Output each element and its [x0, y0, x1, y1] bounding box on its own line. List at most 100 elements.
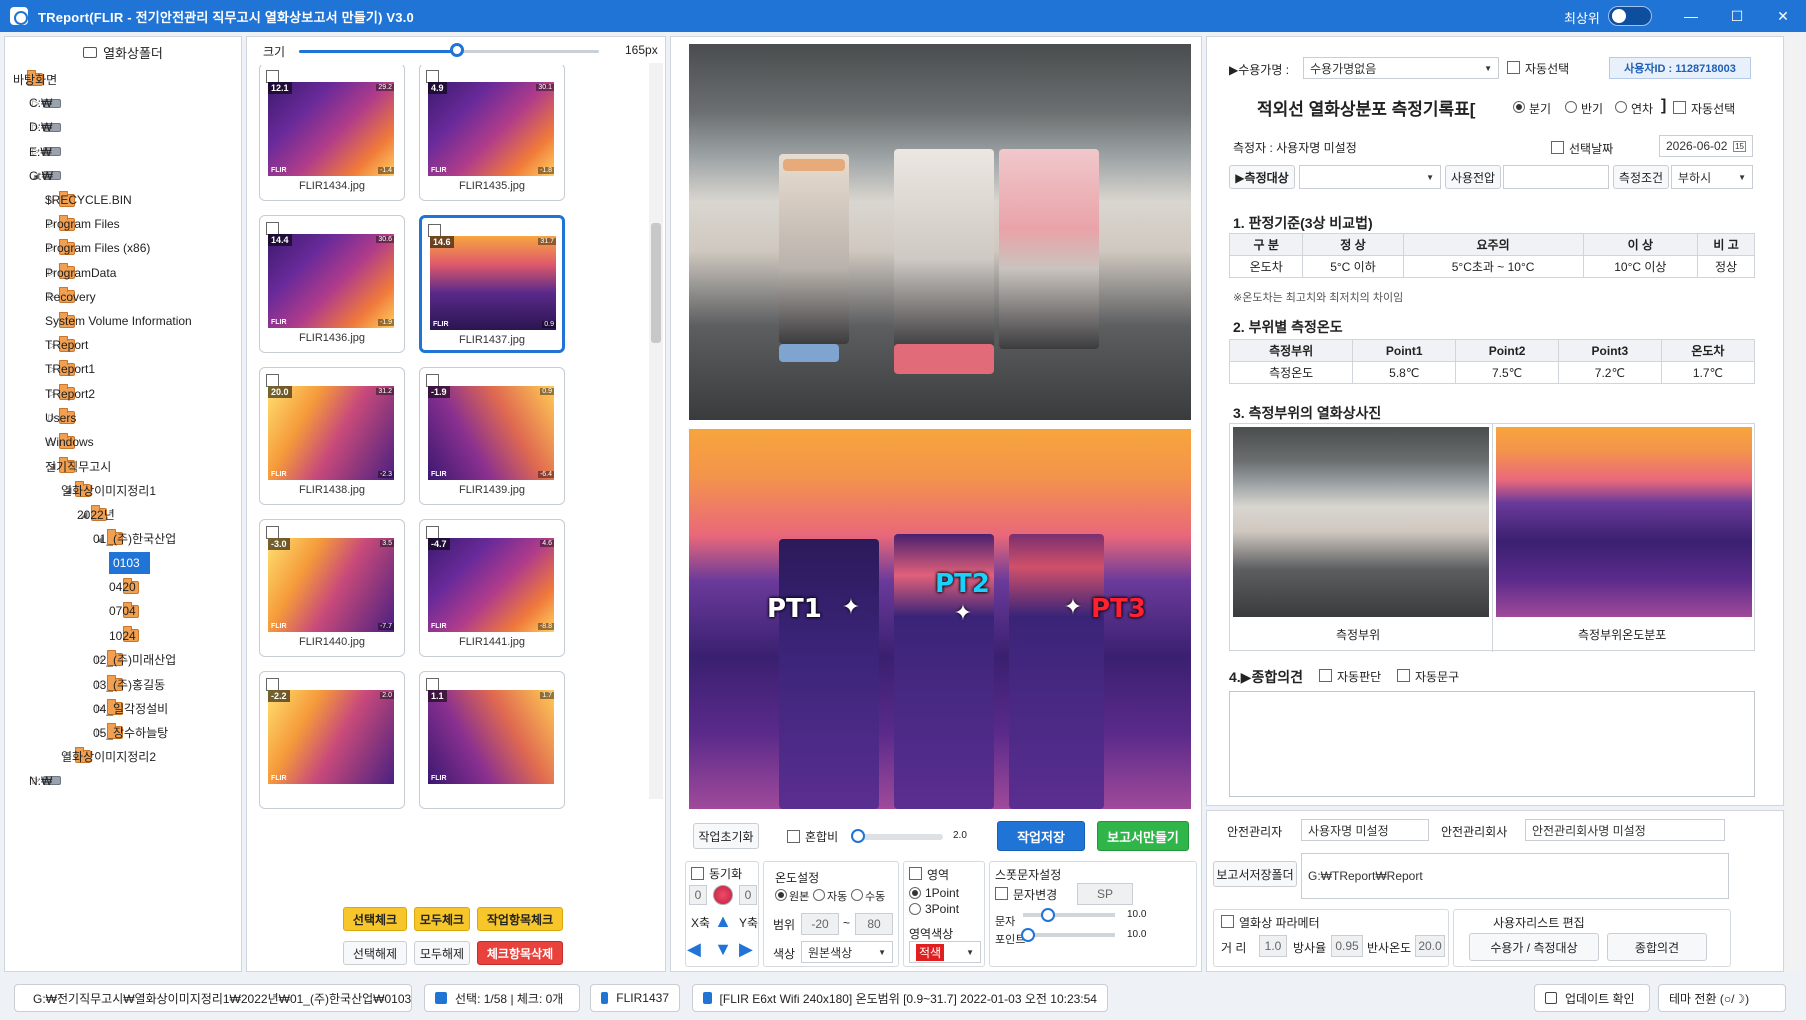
uncheck-select-button[interactable]: 선택해제 — [343, 941, 407, 965]
arrow-left-icon[interactable]: ◀ — [687, 939, 707, 959]
blend-checkbox[interactable] — [787, 830, 800, 843]
distance-field[interactable]: 1.0 — [1259, 935, 1287, 957]
thumbnail-item[interactable]: 12.1 29.2 -1.4 FLIR FLIR1434.jpg — [259, 65, 405, 201]
tree-item[interactable]: ◢ 01_(주)한국산업 — [93, 527, 176, 551]
tree-item[interactable]: ◢ 열화상이미지정리1 — [61, 478, 156, 502]
tree-item[interactable]: ▷ Recovery — [45, 285, 96, 309]
char-size-slider[interactable] — [1023, 913, 1115, 917]
safety-company-field[interactable]: 안전관리회사명 미설정 — [1525, 819, 1725, 841]
tree-item[interactable]: ▷ TReport2 — [45, 382, 95, 406]
check-done-button[interactable]: 작업항목체크 — [477, 907, 563, 931]
thumbnail-item[interactable]: -1.9 0.9 -6.4 FLIR FLIR1439.jpg — [419, 367, 565, 505]
update-check-button[interactable]: 업데이트 확인 — [1534, 984, 1650, 1012]
record-icon[interactable] — [713, 885, 733, 905]
thumbnail-item[interactable]: -2.2 2.0 FLIR — [259, 671, 405, 809]
tree-item[interactable]: 0103 — [109, 551, 150, 575]
period-half-radio[interactable] — [1565, 101, 1577, 113]
topmost-toggle[interactable] — [1608, 6, 1652, 26]
thumbnail-item[interactable]: -4.7 4.6 -8.8 FLIR FLIR1441.jpg — [419, 519, 565, 657]
tree-item[interactable]: ▷ Users — [45, 406, 83, 430]
auto-judge-checkbox[interactable] — [1319, 669, 1332, 682]
date-field[interactable]: 2026-06-02 15 — [1659, 135, 1753, 157]
thumbnail-item[interactable]: 14.4 30.6 -1.9 FLIR FLIR1436.jpg — [259, 215, 405, 353]
tree-item[interactable]: ▷ 열화상이미지정리2 — [61, 745, 156, 769]
check-select-button[interactable]: 선택체크 — [343, 907, 407, 931]
point-size-slider[interactable] — [1023, 933, 1115, 937]
tree-item[interactable]: 0420 — [109, 575, 147, 599]
color-select[interactable]: 원본색상 ▼ — [801, 941, 893, 963]
select-date-checkbox[interactable] — [1551, 141, 1564, 154]
thumbnail-item[interactable]: 4.9 30.1 -1.8 FLIR FLIR1435.jpg — [419, 65, 565, 201]
tree-item[interactable]: ▷ N:₩ — [29, 769, 69, 793]
tree-item[interactable]: ▷ Program Files (x86) — [45, 236, 150, 260]
thermal-param-checkbox[interactable] — [1221, 915, 1234, 928]
thumbnail-item[interactable]: 20.0 31.2 -2.3 FLIR FLIR1438.jpg — [259, 367, 405, 505]
delete-checked-button[interactable]: 체크항목삭제 — [477, 941, 563, 965]
period-year-radio[interactable] — [1615, 101, 1627, 113]
customer-target-button[interactable]: 수용가 / 측정대상 — [1469, 933, 1599, 961]
tree-item[interactable]: ▷ D:₩ — [29, 115, 69, 139]
pt2-crosshair-icon[interactable]: ✦ — [951, 601, 975, 625]
char-change-checkbox[interactable] — [995, 887, 1008, 900]
tree-item[interactable]: 1024 — [109, 624, 147, 648]
area-color-select[interactable]: 적색 ▼ — [909, 941, 981, 963]
condition-button[interactable]: 측정조건 — [1613, 165, 1669, 189]
save-work-button[interactable]: 작업저장 — [997, 821, 1085, 851]
thumbnail-scrollbar[interactable] — [649, 63, 663, 799]
tree-item[interactable]: ▷ Windows — [45, 430, 94, 454]
tree-item[interactable]: ▷ $RECYCLE.BIN — [45, 188, 132, 212]
reflected-temp-field[interactable]: 20.0 — [1415, 935, 1445, 957]
point-size-knob[interactable] — [1021, 928, 1035, 942]
char-size-knob[interactable] — [1041, 908, 1055, 922]
tree-item[interactable]: System Volume Information — [45, 309, 192, 333]
sync-checkbox[interactable] — [691, 867, 704, 880]
sync-right-value[interactable]: 0 — [739, 885, 757, 905]
reset-work-button[interactable]: 작업초기화 — [693, 823, 759, 849]
area-1point-radio[interactable] — [909, 887, 921, 899]
period-auto-select-checkbox[interactable] — [1673, 101, 1686, 114]
arrow-down-icon[interactable]: ▼ — [713, 939, 733, 959]
report-scrollbar[interactable] — [1786, 36, 1802, 972]
emissivity-field[interactable]: 0.95 — [1331, 935, 1363, 957]
check-all-button[interactable]: 모두체크 — [414, 907, 470, 931]
period-quarter-radio[interactable] — [1513, 101, 1525, 113]
tree-item[interactable]: ▷ E:₩ — [29, 140, 69, 164]
pt3-crosshair-icon[interactable]: ✦ — [1061, 595, 1085, 619]
customer-select[interactable]: 수용가명없음 ▼ — [1303, 57, 1499, 79]
uncheck-all-button[interactable]: 모두해제 — [414, 941, 470, 965]
close-button[interactable]: ✕ — [1760, 0, 1806, 32]
arrow-right-icon[interactable]: ▶ — [739, 939, 759, 959]
size-slider-knob[interactable] — [450, 43, 464, 57]
opinion-button[interactable]: 종합의견 — [1607, 933, 1707, 961]
theme-toggle-button[interactable]: 테마 전환 (○/☽) — [1658, 984, 1786, 1012]
tree-item[interactable]: ▷ 03_(주)홍길동 — [93, 672, 165, 696]
thumbnail-item[interactable]: -3.0 3.5 -7.7 FLIR FLIR1440.jpg — [259, 519, 405, 657]
voltage-field[interactable] — [1503, 165, 1609, 189]
tree-item[interactable]: ▷ C:₩ — [29, 91, 69, 115]
tree-item[interactable]: ▷ 04_일각정설비 — [93, 696, 168, 720]
arrow-up-icon[interactable]: ▲ — [713, 911, 733, 931]
tree-item[interactable]: ◢ G:₩ — [29, 164, 69, 188]
target-button[interactable]: ▶측정대상 — [1229, 165, 1295, 189]
safety-manager-field[interactable]: 사용자명 미설정 — [1301, 819, 1429, 841]
tree-item[interactable]: ▷ Program Files — [45, 212, 120, 236]
blend-slider[interactable] — [853, 834, 943, 840]
customer-auto-select-checkbox[interactable] — [1507, 61, 1520, 74]
range-min-field[interactable]: -20 — [801, 913, 839, 935]
temp-manual-radio[interactable] — [851, 889, 863, 901]
tree-item[interactable]: 0704 — [109, 599, 147, 623]
tree-item[interactable]: ▷ 05_장수하늘탕 — [93, 720, 168, 744]
area-checkbox[interactable] — [909, 867, 922, 880]
auto-text-checkbox[interactable] — [1397, 669, 1410, 682]
tree-item[interactable]: ◢ 전기직무고시 — [45, 454, 111, 478]
temp-auto-radio[interactable] — [813, 889, 825, 901]
temp-original-radio[interactable] — [775, 889, 787, 901]
pt1-crosshair-icon[interactable]: ✦ — [839, 595, 863, 619]
minimize-button[interactable]: — — [1668, 0, 1714, 32]
voltage-button[interactable]: 사용전압 — [1445, 165, 1501, 189]
tree-item[interactable]: ▷ TReport1 — [45, 357, 95, 381]
thumbnail-item[interactable]: 1.1 1.7 FLIR — [419, 671, 565, 809]
report-folder-button[interactable]: 보고서저장폴더 — [1213, 861, 1297, 887]
tree-item[interactable]: ▷ 02_(주)미래산업 — [93, 648, 176, 672]
spot-text-field[interactable]: SP — [1077, 883, 1133, 905]
